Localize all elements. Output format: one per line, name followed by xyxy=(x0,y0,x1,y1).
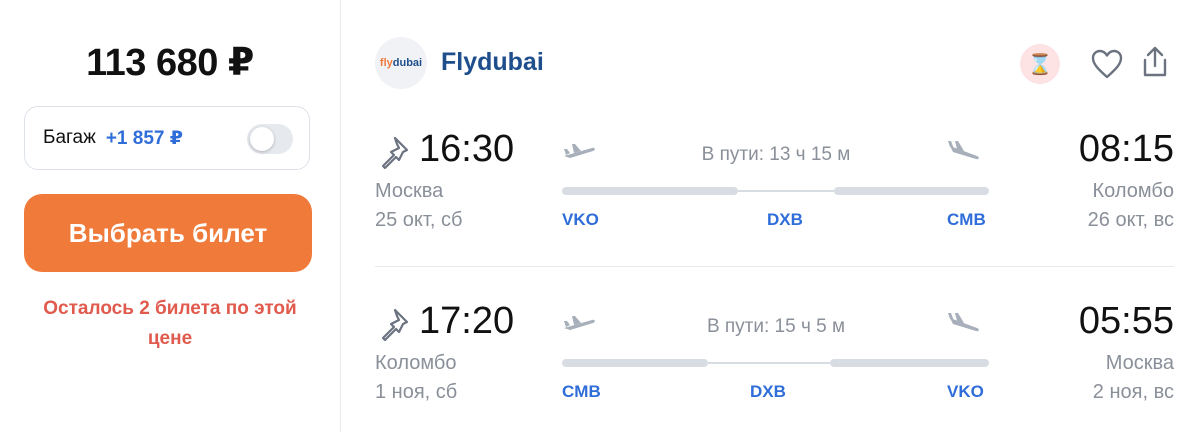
arrival-city: Москва xyxy=(1105,352,1174,374)
flight-duration: В пути: 13 ч 15 м xyxy=(701,144,851,165)
arrival-date: 2 ноя, вс xyxy=(1092,381,1174,403)
airport-code-transfer: DXB xyxy=(767,210,803,229)
airline-logo: fly dubai xyxy=(375,37,427,89)
ticket-price: 113 680 ₽ xyxy=(86,42,254,84)
plane-landing-icon xyxy=(948,313,979,332)
departure-date: 25 окт, сб xyxy=(375,209,463,231)
arrival-city: Коломбо xyxy=(1092,180,1174,202)
hourglass-icon[interactable]: ⌛ xyxy=(1020,44,1060,84)
baggage-price: +1 857 ₽ xyxy=(105,127,183,149)
baggage-label: Багаж xyxy=(43,127,96,148)
itinerary-panel: fly dubai Flydubai ⌛ 16:30 Москва 25 окт,… xyxy=(341,0,1200,432)
route-segment-1 xyxy=(562,359,708,367)
flight-leg-return[interactable]: 17:20 Коломбо 1 ноя, сб В пути: 15 ч 5 м… xyxy=(341,294,1200,424)
arrival-time: 08:15 xyxy=(1078,128,1174,170)
leg-divider xyxy=(375,266,1174,267)
airport-code-destination: CMB xyxy=(947,210,986,229)
airline-logo-fly: fly xyxy=(379,57,393,69)
tickets-left-warning: Осталось 2 билета по этой цене xyxy=(43,298,297,349)
departure-city: Коломбо xyxy=(375,352,457,374)
airport-code-transfer: DXB xyxy=(750,382,786,401)
toggle-knob xyxy=(250,127,274,151)
flight-offer-card: 113 680 ₽ Багаж +1 857 ₽ Выбрать билет О… xyxy=(0,0,1200,432)
heart-icon[interactable] xyxy=(1087,44,1127,84)
departure-date: 1 ноя, сб xyxy=(375,381,458,403)
airline-name: Flydubai xyxy=(441,48,544,76)
baggage-option[interactable]: Багаж +1 857 ₽ xyxy=(24,106,310,170)
departure-time: 17:20 xyxy=(419,300,515,342)
airport-code-origin: VKO xyxy=(562,210,599,229)
plane-landing-icon xyxy=(948,141,979,160)
departure-time: 16:30 xyxy=(419,128,515,170)
route-segment-1 xyxy=(562,187,738,195)
layover-line xyxy=(708,362,830,364)
flight-duration: В пути: 15 ч 5 м xyxy=(706,316,846,337)
pin-icon[interactable] xyxy=(375,306,411,342)
price-panel: 113 680 ₽ Багаж +1 857 ₽ Выбрать билет О… xyxy=(0,0,341,432)
airline-logo-dubai: dubai xyxy=(392,57,423,69)
arrival-date: 26 окт, вс xyxy=(1087,209,1174,231)
arrival-time: 05:55 xyxy=(1078,300,1174,342)
baggage-toggle[interactable] xyxy=(247,124,293,154)
departure-city: Москва xyxy=(375,180,444,202)
airport-code-destination: VKO xyxy=(947,382,984,401)
airport-code-origin: CMB xyxy=(562,382,601,401)
route-segment-2 xyxy=(830,359,989,367)
pin-icon[interactable] xyxy=(375,134,411,170)
flight-leg-outbound[interactable]: 16:30 Москва 25 окт, сб В пути: 13 ч 15 … xyxy=(341,122,1200,252)
select-ticket-button[interactable]: Выбрать билет xyxy=(24,194,312,272)
layover-line xyxy=(738,190,834,192)
route-segment-2 xyxy=(834,187,989,195)
share-icon[interactable] xyxy=(1135,42,1175,82)
